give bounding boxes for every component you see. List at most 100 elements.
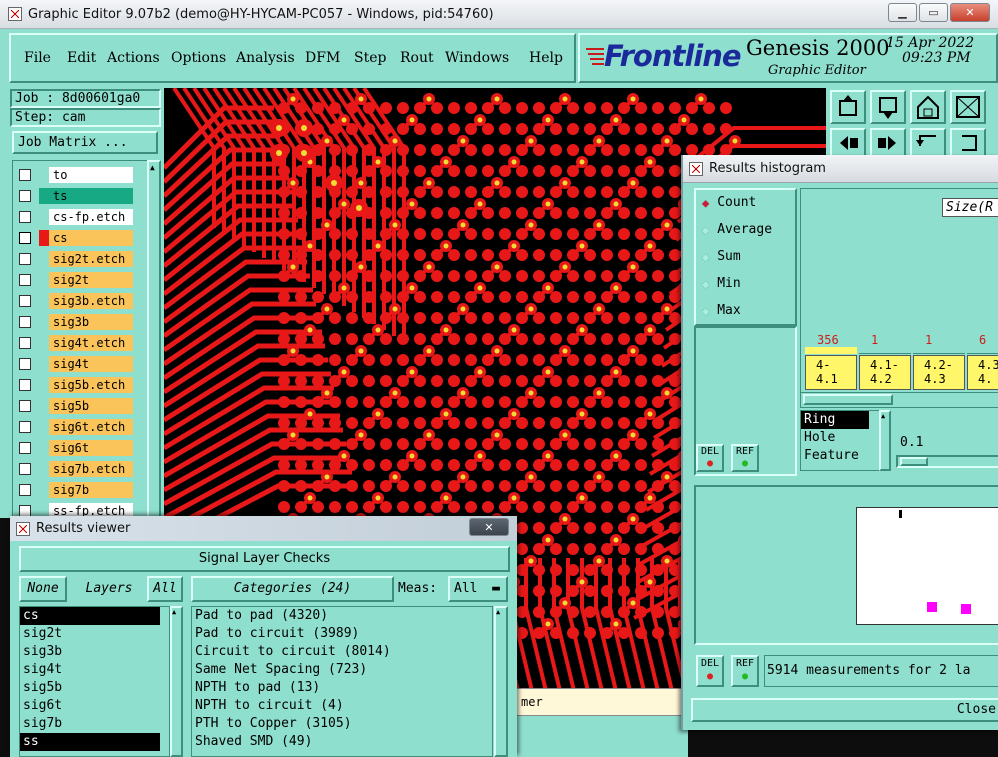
layer-checkbox[interactable] [19, 231, 31, 244]
bin-range[interactable]: 4.1- 4.2 [859, 355, 911, 390]
layer-row[interactable]: sig2t [15, 270, 133, 289]
menu-options[interactable]: Options [171, 50, 226, 66]
tool-redraw-icon[interactable] [950, 128, 986, 158]
tool-zoom-in-icon[interactable] [830, 90, 866, 124]
histogram-chart[interactable]: Size(R 356 4- 4.1 1 4.1- 4.2 1 4.2- 4.3 6 4.3 4… [800, 188, 998, 408]
layer-checkbox[interactable] [19, 399, 31, 412]
viewer-layer-item[interactable]: ss [20, 733, 160, 751]
category-item[interactable]: NPTH to pad (13) [192, 679, 492, 697]
layer-checkbox[interactable] [19, 483, 31, 496]
category-item[interactable]: Shaved SMD (49) [192, 733, 492, 751]
attribute-ring[interactable]: Ring [801, 411, 869, 429]
bin-range[interactable]: 4.2- 4.3 [913, 355, 965, 390]
tool-pan-left-icon[interactable] [830, 128, 866, 158]
layer-row[interactable]: sig5b.etch [15, 375, 133, 394]
viewer-layer-item[interactable]: sig4t [20, 661, 160, 679]
layer-checkbox[interactable] [19, 336, 31, 349]
layer-checkbox[interactable] [19, 168, 31, 181]
layer-checkbox[interactable] [19, 189, 31, 202]
layer-name[interactable]: sig2t.etch [49, 250, 133, 267]
value-slider-thumb[interactable] [900, 457, 928, 466]
layer-row[interactable]: sig3b [15, 312, 133, 331]
preview-ref-button[interactable]: REF ● [731, 655, 759, 687]
histogram-hscroll-thumb[interactable] [803, 394, 893, 405]
mode-radio-sum[interactable]: ◆ Sum [702, 249, 741, 264]
attribute-feature[interactable]: Feature [801, 447, 879, 465]
layer-checkbox[interactable] [19, 315, 31, 328]
attribute-list[interactable]: Ring Hole Feature [800, 410, 880, 471]
viewer-layer-item[interactable]: sig6t [20, 697, 160, 715]
layer-row[interactable]: cs-fp.etch [15, 207, 133, 226]
categories-button[interactable]: Categories (24) [191, 576, 394, 602]
minimize-button[interactable]: ▁ [888, 3, 917, 22]
category-scroll-up-icon[interactable]: ▲ [496, 608, 506, 616]
menu-rout[interactable]: Rout [400, 50, 434, 66]
viewer-layer-item[interactable]: sig3b [20, 643, 160, 661]
layer-name[interactable]: sig5b.etch [49, 376, 133, 393]
layer-name[interactable]: sig5b [49, 397, 133, 414]
layer-checkbox[interactable] [19, 504, 31, 517]
layer-row[interactable]: ts [15, 186, 133, 205]
scroll-up-icon[interactable]: ▲ [150, 164, 155, 172]
layer-name[interactable]: sig3b.etch [49, 292, 133, 309]
all-layers-button[interactable]: All [147, 576, 183, 602]
value-slider[interactable] [896, 455, 998, 468]
viewer-title-bar[interactable]: Results viewer ✕ [10, 516, 517, 541]
layer-row[interactable]: sig5b [15, 396, 133, 415]
tool-home-icon[interactable] [910, 90, 946, 124]
category-item[interactable]: Same Net Spacing (723) [192, 661, 492, 679]
bin-range[interactable]: 4- 4.1 [805, 355, 857, 390]
preview-del-button[interactable]: DEL ● [696, 655, 724, 687]
tool-undo-icon[interactable] [910, 128, 946, 158]
layer-name[interactable]: sig2t [49, 271, 133, 288]
category-scrollbar[interactable]: ▲ [494, 606, 508, 757]
job-matrix-button[interactable]: Job Matrix ... [12, 131, 158, 154]
viewer-layer-item[interactable]: sig7b [20, 715, 160, 733]
menu-help[interactable]: Help [529, 50, 563, 66]
viewer-layer-scrollbar[interactable]: ▲ [170, 606, 183, 757]
layer-row[interactable]: sig6t.etch [15, 417, 133, 436]
layer-row[interactable]: sig2t.etch [15, 249, 133, 268]
layer-checkbox[interactable] [19, 294, 31, 307]
layer-checkbox[interactable] [19, 378, 31, 391]
layer-list-scrollbar[interactable]: ▲ [147, 160, 161, 518]
layer-checkbox[interactable] [19, 420, 31, 433]
bin-range[interactable]: 4.3 4. [967, 355, 998, 390]
menu-step[interactable]: Step [354, 50, 386, 66]
menu-dfm[interactable]: DFM [305, 50, 340, 66]
layer-name[interactable]: sig3b [49, 313, 133, 330]
menu-windows[interactable]: Windows [445, 50, 509, 66]
bin-bar[interactable] [859, 353, 911, 354]
histogram-ref-button[interactable]: REF ● [731, 444, 759, 472]
layer-row[interactable]: sig3b.etch [15, 291, 133, 310]
attribute-scrollbar[interactable]: ▲ [879, 410, 891, 471]
menu-file[interactable]: File [24, 50, 51, 66]
layer-name[interactable]: sig4t.etch [49, 334, 133, 351]
preview-canvas[interactable] [856, 507, 998, 625]
menu-actions[interactable]: Actions [107, 50, 160, 66]
preview-pane[interactable] [694, 485, 998, 645]
bin-bar[interactable] [913, 353, 965, 354]
mode-radio-max[interactable]: ◆ Max [702, 303, 741, 318]
viewer-layer-item[interactable]: cs [20, 607, 160, 625]
attr-scroll-up-icon[interactable]: ▲ [881, 412, 889, 420]
histogram-title-bar[interactable]: Results histogram [683, 155, 998, 183]
menu-analysis[interactable]: Analysis [236, 50, 295, 66]
layer-checkbox[interactable] [19, 210, 31, 223]
layer-name[interactable]: sig7b [49, 481, 133, 498]
viewer-layer-list[interactable]: cs sig2t sig3b sig4t sig5b sig6t sig7b ss [19, 606, 170, 757]
layer-name[interactable]: sig6t [49, 439, 133, 456]
layer-row[interactable]: sig7b [15, 480, 133, 499]
layer-checkbox[interactable] [19, 273, 31, 286]
mode-radio-average[interactable]: ◆ Average [702, 222, 772, 237]
tool-zoom-out-icon[interactable] [870, 90, 906, 124]
category-item[interactable]: NPTH to circuit (4) [192, 697, 492, 715]
layer-row[interactable]: sig4t [15, 354, 133, 373]
histogram-close-button[interactable]: Close [691, 698, 998, 722]
histogram-del-button[interactable]: DEL ● [696, 444, 724, 472]
tool-fit-icon[interactable] [950, 90, 986, 124]
viewer-layer-item[interactable]: sig2t [20, 625, 160, 643]
layer-row[interactable]: sig6t [15, 438, 133, 457]
viewer-layer-item[interactable]: sig5b [20, 679, 160, 697]
layer-checkbox[interactable] [19, 252, 31, 265]
